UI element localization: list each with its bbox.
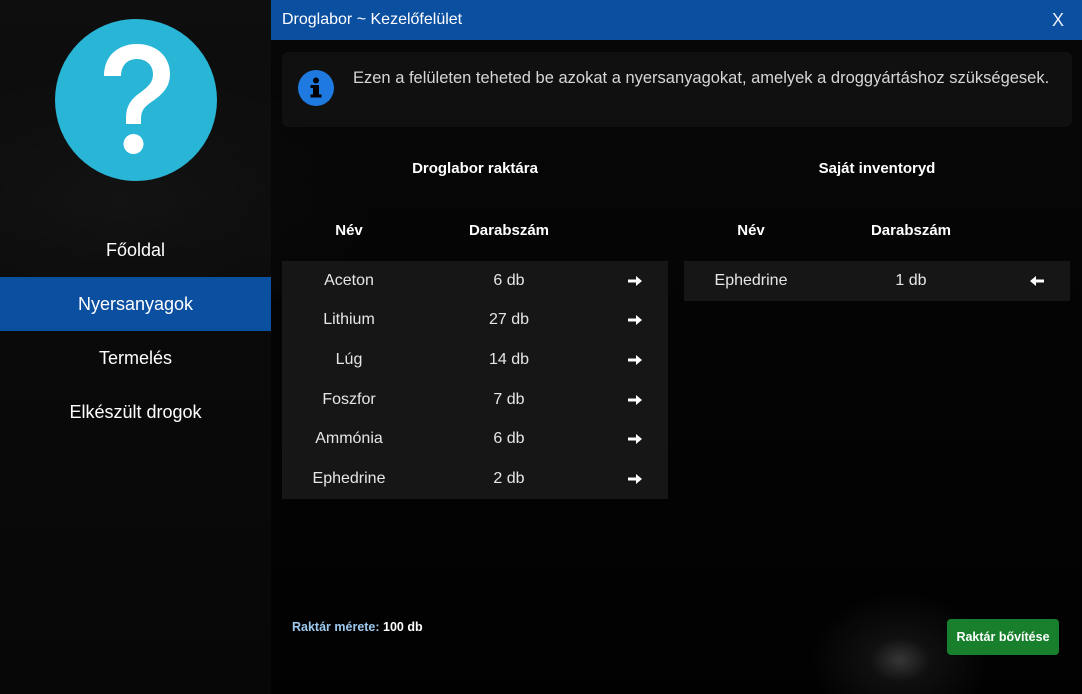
move-to-storage-button[interactable] <box>1004 275 1070 287</box>
move-to-inventory-button[interactable] <box>602 433 668 445</box>
table-row: Lúg 14 db <box>282 340 668 380</box>
arrow-right-icon <box>628 394 642 405</box>
expand-storage-button[interactable]: Raktár bővítése <box>947 619 1059 655</box>
table-row: Aceton 6 db <box>282 261 668 301</box>
move-to-inventory-button[interactable] <box>602 314 668 326</box>
table-header: Név Darabszám <box>282 200 668 261</box>
question-mark-icon <box>104 44 170 154</box>
column-header-qty: Darabszám <box>468 222 550 239</box>
row-qty: 7 db <box>493 390 525 408</box>
sidebar-item-termeles[interactable]: Termelés <box>0 331 271 385</box>
row-qty: 2 db <box>493 469 525 487</box>
sidebar: Főoldal Nyersanyagok Termelés Elkészült … <box>0 0 271 694</box>
sidebar-item-elkeszult-drogok[interactable]: Elkészült drogok <box>0 385 271 439</box>
arrow-right-icon <box>628 434 642 445</box>
move-to-inventory-button[interactable] <box>602 473 668 485</box>
row-name: Lúg <box>335 350 363 368</box>
storage-size: Raktár mérete: 100 db <box>292 620 423 634</box>
arrow-right-icon <box>628 275 642 286</box>
sidebar-item-fooldal[interactable]: Főoldal <box>0 223 271 277</box>
move-to-inventory-button[interactable] <box>602 275 668 287</box>
row-name: Ephedrine <box>312 469 386 487</box>
table-row: Ephedrine 1 db <box>684 261 1070 301</box>
move-to-inventory-button[interactable] <box>602 394 668 406</box>
row-qty: 1 db <box>895 271 927 289</box>
lab-storage-title: Droglabor raktára <box>412 160 538 177</box>
column-header-qty: Darabszám <box>870 222 952 239</box>
row-qty: 14 db <box>488 350 530 368</box>
row-name: Ephedrine <box>714 271 788 289</box>
inventory-title: Saját inventoryd <box>818 160 936 177</box>
column-header-name: Név <box>335 222 363 239</box>
inventory-table: Név Darabszám Ephedrine 1 db <box>684 200 1070 301</box>
storage-size-value: 100 db <box>383 620 423 634</box>
title-bar: Droglabor ~ Kezelőfelület X <box>271 0 1082 40</box>
sidebar-item-nyersanyagok[interactable]: Nyersanyagok <box>0 277 271 331</box>
info-box: Ezen a felületen teheted be azokat a nye… <box>282 52 1072 127</box>
table-header: Név Darabszám <box>684 200 1070 261</box>
table-row: Lithium 27 db <box>282 300 668 341</box>
table-row: Foszfor 7 db <box>282 379 668 420</box>
table-row: Ephedrine 2 db <box>282 458 668 499</box>
window-title: Droglabor ~ Kezelőfelület <box>282 11 463 28</box>
storage-size-label: Raktár mérete: <box>292 620 380 634</box>
row-name: Aceton <box>324 271 374 289</box>
column-header-name: Név <box>737 222 765 239</box>
close-button[interactable]: X <box>1052 10 1064 31</box>
row-qty: 6 db <box>493 271 525 289</box>
sidebar-nav: Főoldal Nyersanyagok Termelés Elkészült … <box>0 223 271 439</box>
move-to-inventory-button[interactable] <box>602 354 668 366</box>
table-row: Ammónia 6 db <box>282 419 668 459</box>
info-icon <box>298 70 334 106</box>
row-qty: 27 db <box>488 311 530 329</box>
avatar <box>55 19 217 181</box>
arrow-right-icon <box>628 354 642 365</box>
row-qty: 6 db <box>493 430 525 448</box>
row-name: Ammónia <box>315 430 383 448</box>
main-window: Droglabor ~ Kezelőfelület X Ezen a felül… <box>271 0 1082 694</box>
arrow-left-icon <box>1030 275 1044 286</box>
arrow-right-icon <box>628 315 642 326</box>
info-text: Ezen a felületen teheted be azokat a nye… <box>353 69 1050 87</box>
arrow-right-icon <box>628 473 642 484</box>
lab-storage-table: Név Darabszám Aceton 6 db Lithium 27 db Lúg 1… <box>282 200 668 499</box>
row-name: Foszfor <box>322 390 376 408</box>
row-name: Lithium <box>323 311 375 329</box>
